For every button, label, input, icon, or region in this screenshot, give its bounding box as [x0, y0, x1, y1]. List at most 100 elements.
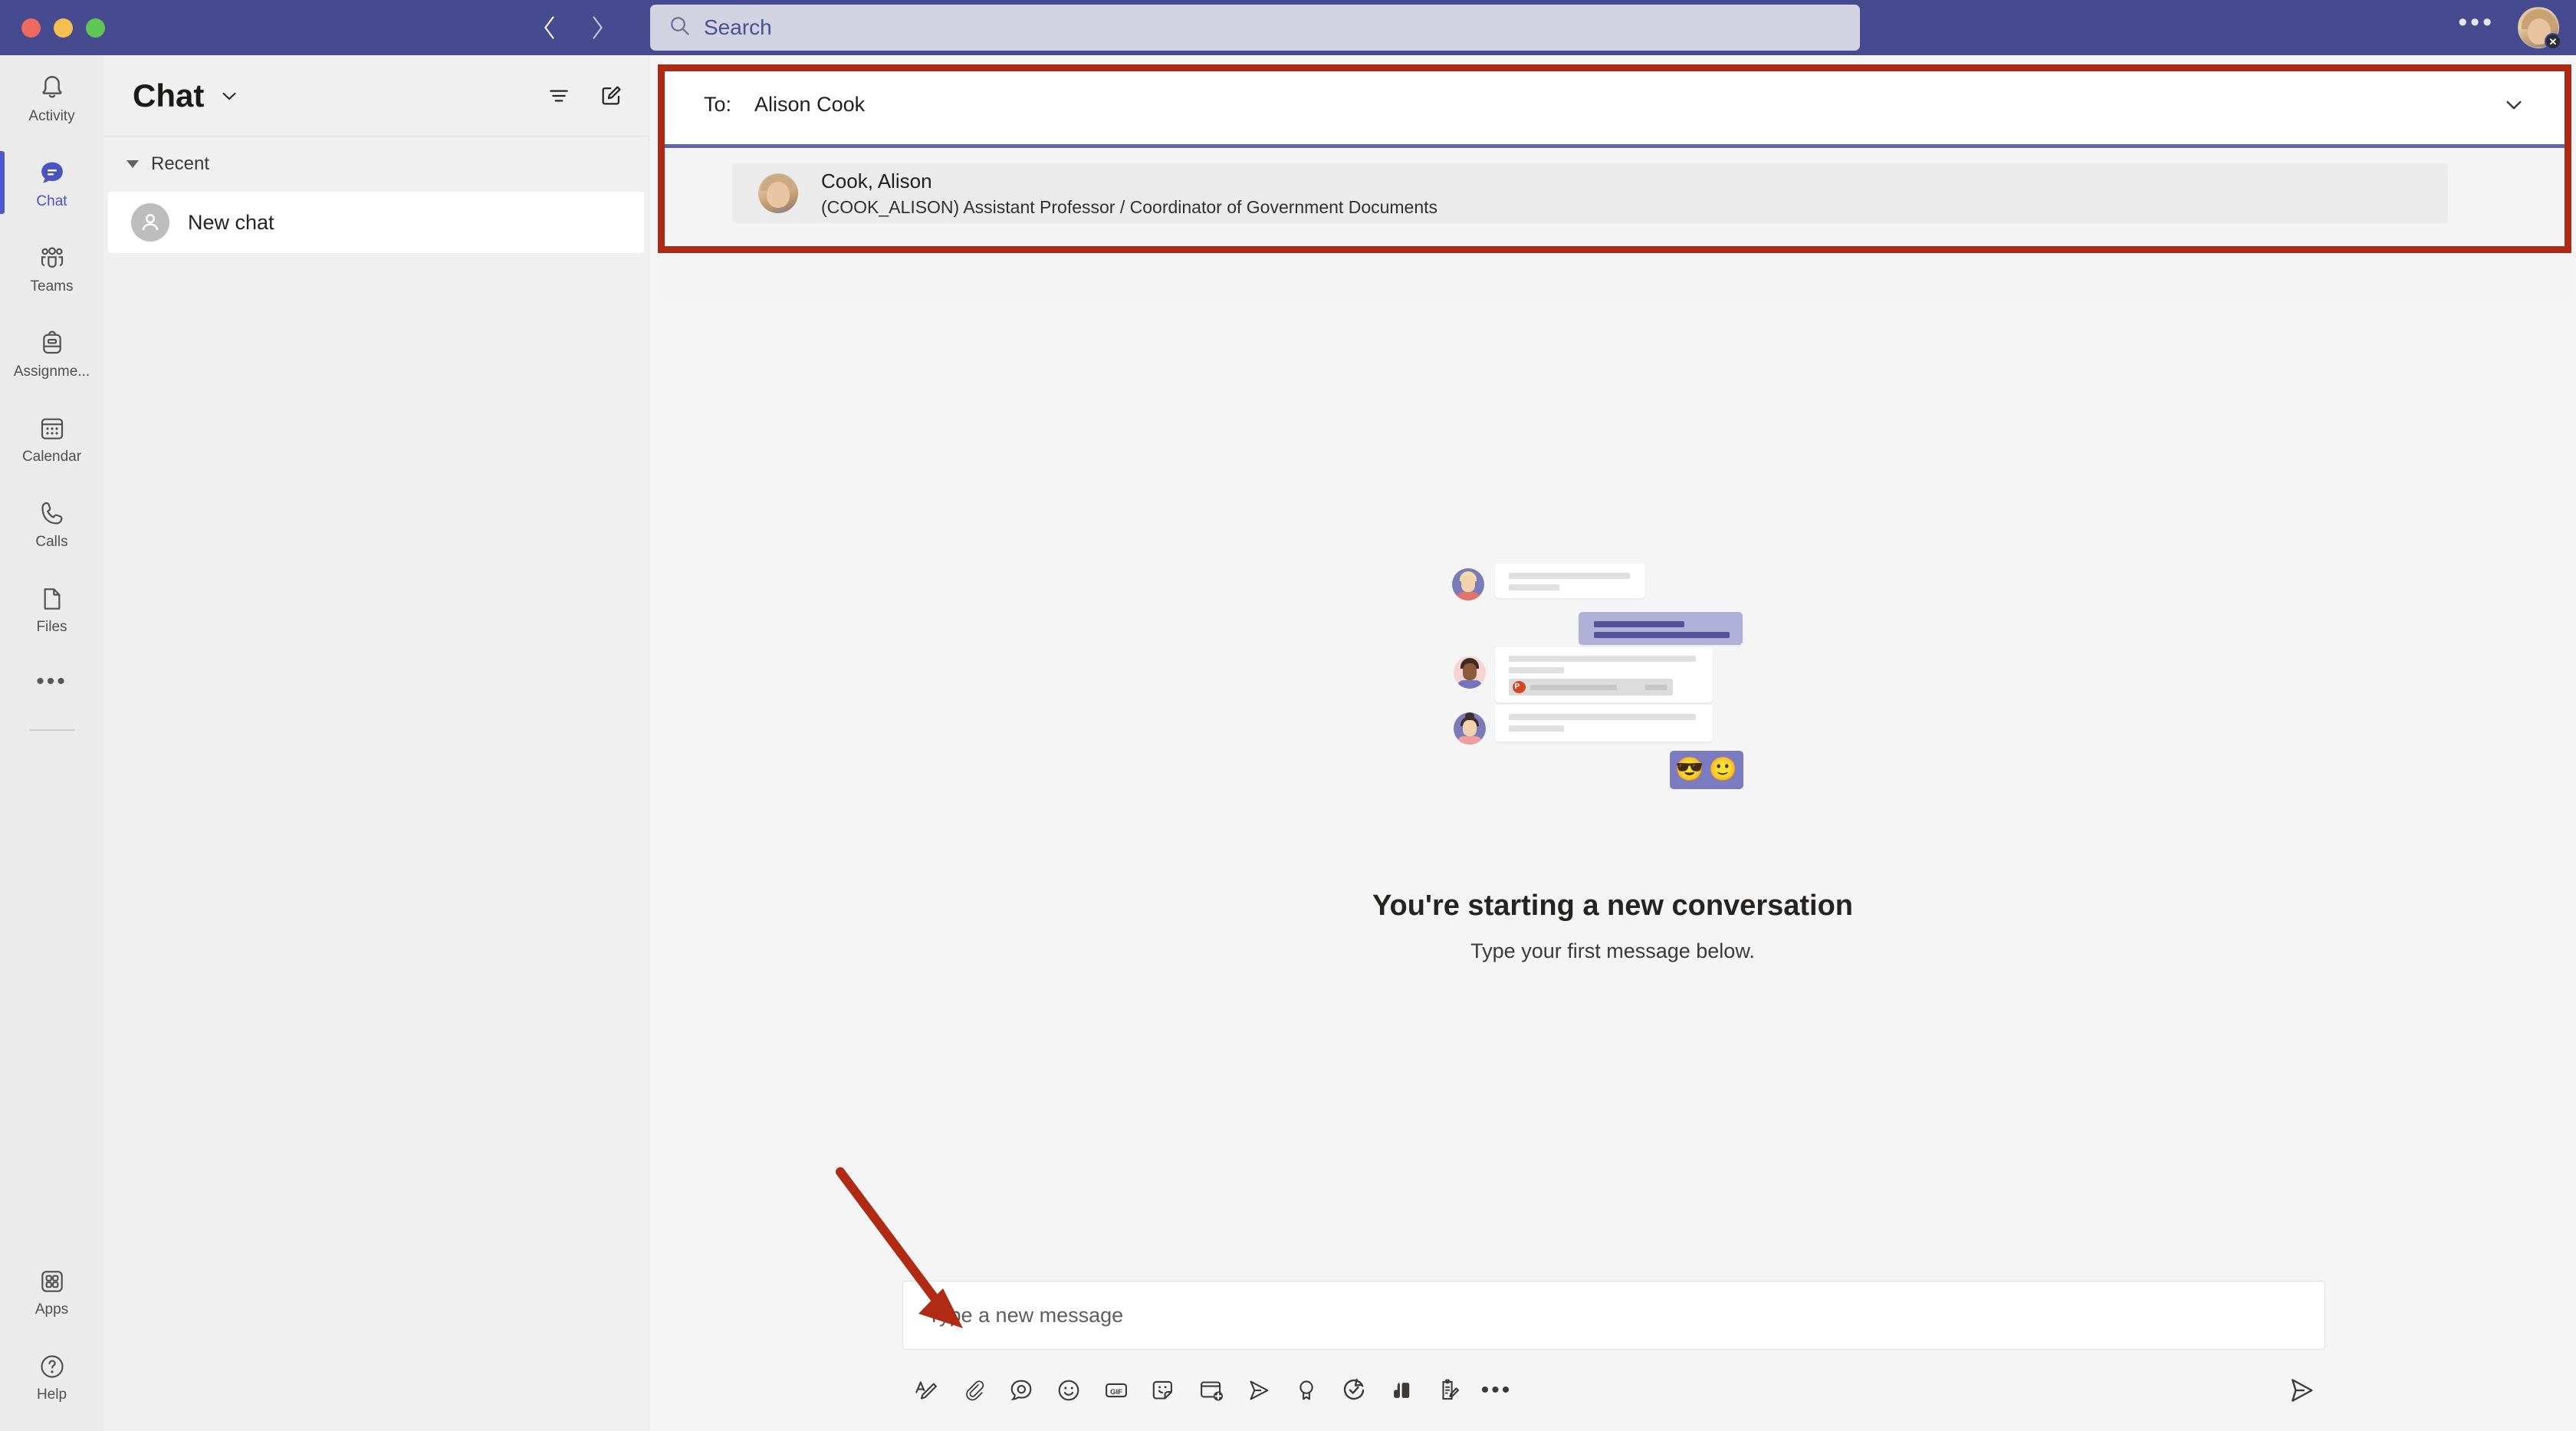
emoji-smiley-icon[interactable]	[1045, 1369, 1092, 1412]
suggestion-text: Cook, Alison (COOK_ALISON) Assistant Pro…	[821, 169, 1438, 218]
search-icon	[669, 15, 692, 41]
illustration-bubble	[1494, 563, 1645, 598]
forms-icon[interactable]	[1425, 1369, 1473, 1412]
svg-text:GIF: GIF	[1110, 1388, 1122, 1396]
avatar-face	[767, 182, 790, 208]
sidebar-item-label: Apps	[34, 1301, 69, 1318]
people-suggestion-panel: Cook, Alison (COOK_ALISON) Assistant Pro…	[658, 148, 2569, 301]
avatar	[758, 173, 798, 213]
illustration-avatar	[1453, 656, 1486, 689]
chevron-down-icon[interactable]	[218, 84, 241, 107]
chat-icon	[37, 156, 67, 189]
person-icon	[131, 203, 169, 242]
search-placeholder: Search	[704, 15, 772, 39]
search-input[interactable]: Search	[650, 5, 1860, 51]
sidebar-item-label: Calendar	[21, 448, 82, 465]
chevron-right-icon[interactable]	[584, 15, 610, 41]
close-window-button[interactable]	[21, 18, 41, 38]
sidebar-item-apps[interactable]: Apps	[0, 1248, 104, 1334]
empty-conversation-state: P 😎 🙂 You're starting a new conversation…	[649, 308, 2576, 1213]
sidebar-item-assignments[interactable]: Assignme...	[0, 311, 104, 396]
sidebar-item-label: Calls	[35, 533, 68, 550]
empty-state-title: You're starting a new conversation	[1372, 889, 1854, 922]
message-input[interactable]: Type a new message	[902, 1281, 2325, 1350]
praise-badge-icon[interactable]	[1283, 1369, 1330, 1412]
filter-icon[interactable]	[546, 83, 572, 109]
grid-apps-icon	[37, 1265, 67, 1297]
rail-divider	[29, 729, 74, 731]
backpack-icon	[37, 327, 67, 359]
avatar[interactable]: ✕	[2518, 7, 2561, 50]
ellipsis-icon: •••	[36, 669, 67, 694]
send-button[interactable]	[2278, 1369, 2325, 1412]
loop-icon[interactable]	[997, 1369, 1045, 1412]
chat-bubbles-illustration: P 😎 🙂	[1451, 559, 1774, 854]
titlebar-right-group: ••• ✕	[2458, 0, 2561, 55]
attach-paperclip-icon[interactable]	[950, 1369, 997, 1412]
file-icon	[37, 582, 67, 614]
window-traffic-lights	[21, 18, 105, 38]
polls-icon[interactable]	[1378, 1369, 1425, 1412]
sidebar-item-teams[interactable]: Teams	[0, 225, 104, 311]
sunglasses-emoji: 😎	[1675, 757, 1704, 782]
sidebar-item-label: Help	[36, 1386, 67, 1403]
zoom-window-button[interactable]	[86, 18, 105, 38]
sidebar-item-label: Teams	[30, 278, 74, 294]
teams-window: Search ••• ✕ Activity Chat Teams Assignm…	[0, 0, 2576, 1431]
bell-icon	[37, 71, 67, 104]
chat-list-actions	[546, 83, 624, 109]
sidebar-item-label: Activity	[28, 107, 75, 124]
app-rail: Activity Chat Teams Assignme... Calendar…	[0, 55, 104, 1431]
suggestion-name: Cook, Alison	[821, 169, 932, 192]
sidebar-more-button[interactable]: •••	[0, 651, 104, 712]
illustration-avatar	[1451, 567, 1484, 600]
new-chat-icon[interactable]	[598, 83, 624, 109]
sidebar-item-help[interactable]: Help	[0, 1334, 104, 1419]
chat-list-panel: Chat Recent New chat	[104, 55, 649, 1431]
sidebar-item-chat[interactable]: Chat	[0, 140, 104, 225]
ellipsis-icon[interactable]: •••	[1473, 1369, 1520, 1412]
illustration-emoji-bubble: 😎 🙂	[1669, 750, 1743, 789]
ellipsis-icon[interactable]: •••	[2458, 9, 2495, 37]
sidebar-item-files[interactable]: Files	[0, 566, 104, 651]
illustration-bubble-self	[1578, 611, 1743, 645]
status-badge: ✕	[2545, 33, 2561, 50]
question-circle-icon	[37, 1350, 67, 1382]
sidebar-item-label: Assignme...	[13, 363, 90, 380]
suggestion-row[interactable]: Cook, Alison (COOK_ALISON) Assistant Pro…	[732, 163, 2448, 223]
sidebar-item-activity[interactable]: Activity	[0, 55, 104, 140]
phone-icon	[37, 497, 67, 529]
chevron-down-icon[interactable]	[2500, 90, 2548, 118]
caret-down-icon	[127, 160, 139, 168]
meet-now-icon[interactable]	[1188, 1369, 1235, 1412]
main-content: To: Alison Cook Cook, Alison (COOK_ALISO…	[649, 55, 2576, 1431]
illustration-avatar	[1453, 712, 1486, 745]
sidebar-item-label: Chat	[36, 192, 67, 209]
compose-toolbar: GIF •••	[902, 1367, 2325, 1414]
message-input-placeholder: Type a new message	[928, 1303, 1124, 1327]
minimize-window-button[interactable]	[54, 18, 73, 38]
approvals-icon[interactable]	[1330, 1369, 1378, 1412]
chat-list-header: Chat	[104, 55, 649, 137]
to-label: To:	[704, 92, 732, 116]
list-item[interactable]: New chat	[108, 192, 644, 253]
format-text-icon[interactable]	[902, 1369, 950, 1412]
rail-bottom-group: Apps Help	[0, 1248, 104, 1419]
gif-icon[interactable]: GIF	[1092, 1369, 1140, 1412]
to-input-value[interactable]: Alison Cook	[754, 93, 865, 117]
sidebar-item-calls[interactable]: Calls	[0, 481, 104, 566]
list-item-label: New chat	[188, 210, 274, 234]
calendar-icon	[37, 412, 67, 444]
chevron-left-icon[interactable]	[537, 15, 563, 41]
sticker-icon[interactable]	[1140, 1369, 1188, 1412]
sidebar-item-calendar[interactable]: Calendar	[0, 396, 104, 481]
people-icon	[37, 242, 67, 274]
section-label: Recent	[151, 153, 210, 174]
stream-icon[interactable]	[1235, 1369, 1283, 1412]
sidebar-item-label: Files	[36, 618, 67, 635]
navigation-arrows	[537, 0, 610, 55]
section-recent[interactable]: Recent	[104, 137, 649, 192]
compose-area: Type a new message GIF •••	[902, 1281, 2325, 1414]
to-field-row[interactable]: To: Alison Cook	[658, 64, 2569, 144]
illustration-bubble	[1494, 704, 1713, 742]
